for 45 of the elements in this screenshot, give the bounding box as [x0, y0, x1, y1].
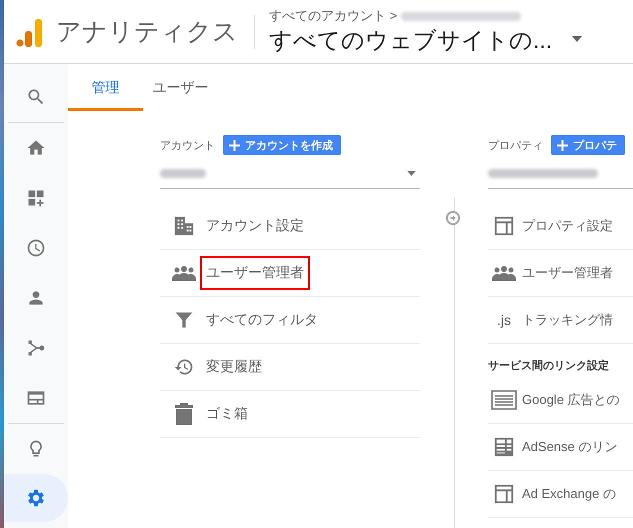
plus-icon: [557, 140, 568, 150]
menu-item[interactable]: AdSense のリン: [488, 424, 633, 471]
plus-icon: [229, 140, 240, 150]
menu-item[interactable]: .js トラッキング情: [488, 297, 633, 344]
dropdown-caret-icon[interactable]: [572, 36, 582, 42]
branch-icon: [26, 338, 46, 358]
app-name: アナリティクス: [56, 17, 238, 48]
dashboard-add-icon: [26, 188, 46, 208]
search-icon: [26, 87, 46, 107]
filter-icon: [174, 310, 194, 330]
menu-item[interactable]: アカウント設定: [160, 203, 420, 250]
view-selector-title[interactable]: すべてのウェブサイトの...: [269, 25, 552, 56]
dropdown-caret-icon: [407, 170, 416, 176]
column-label: プロパティ: [488, 138, 543, 152]
trash-icon: [175, 403, 193, 425]
blurred-name: [160, 168, 206, 178]
column-label: アカウント: [160, 138, 215, 152]
menu-item[interactable]: ユーザー管理者: [160, 250, 420, 297]
people-icon: [172, 265, 196, 281]
arrow-right-icon: [446, 211, 460, 225]
menu-item[interactable]: Ad Exchange の: [488, 471, 633, 518]
building-icon: [173, 215, 195, 237]
people-icon: [492, 265, 516, 281]
list-icon: [491, 390, 517, 410]
analytics-logo: [16, 16, 42, 46]
js-icon: .js: [497, 312, 511, 328]
menu-item[interactable]: Google 広告との: [488, 377, 633, 424]
layout-icon: [493, 483, 515, 505]
create-property-button[interactable]: プロパテ: [551, 135, 625, 155]
table-icon: [493, 436, 515, 458]
create-account-button[interactable]: アカウントを作成: [223, 135, 341, 155]
sidebar-nav-item[interactable]: [4, 474, 68, 522]
menu-item[interactable]: すべてのフィルタ: [160, 297, 420, 344]
clock-icon: [26, 238, 46, 258]
tab[interactable]: 管理: [68, 64, 143, 111]
history-icon: [174, 357, 194, 377]
section-heading: サービス間のリンク設定: [488, 358, 610, 374]
layout-icon: [493, 215, 515, 237]
menu-item[interactable]: ユーザー管理者: [488, 250, 633, 297]
highlight-frame: ユーザー管理者: [200, 256, 310, 290]
menu-item[interactable]: ゴミ箱: [160, 391, 420, 438]
tab[interactable]: ユーザー: [143, 64, 218, 111]
account-breadcrumb[interactable]: すべてのアカウント >: [269, 7, 398, 25]
menu-item[interactable]: プロパティ設定: [488, 203, 633, 250]
menu-item[interactable]: 変更履歴: [160, 344, 420, 391]
